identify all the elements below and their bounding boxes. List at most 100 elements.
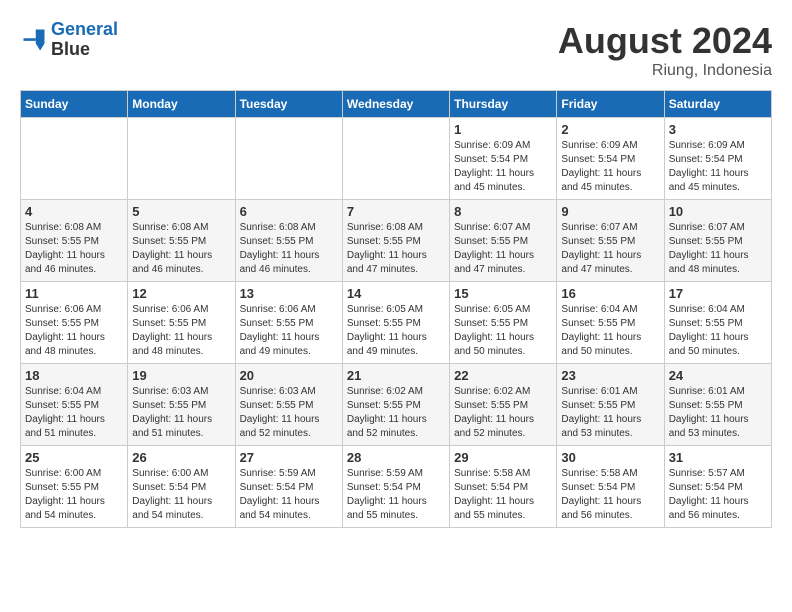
calendar-cell: 15 Sunrise: 6:05 AM Sunset: 5:55 PM Dayli… xyxy=(450,282,557,364)
day-number: 18 xyxy=(25,368,123,383)
day-info: Sunrise: 6:04 AM Sunset: 5:55 PM Dayligh… xyxy=(561,303,659,359)
day-number: 28 xyxy=(347,450,445,465)
day-info: Sunrise: 6:01 AM Sunset: 5:55 PM Dayligh… xyxy=(669,385,767,441)
calendar-cell: 12 Sunrise: 6:06 AM Sunset: 5:55 PM Dayli… xyxy=(128,282,235,364)
calendar-week-3: 11Sunrise: 6:06 AM Sunset: 5:55 PM Dayli… xyxy=(21,282,772,364)
day-number: 26 xyxy=(132,450,230,465)
weekday-header-thursday: Thursday xyxy=(450,91,557,118)
day-info: Sunrise: 6:01 AM Sunset: 5:55 PM Dayligh… xyxy=(561,385,659,441)
calendar-cell: 1 Sunrise: 6:09 AM Sunset: 5:54 PM Daylig… xyxy=(450,118,557,200)
day-number: 4 xyxy=(25,204,123,219)
calendar-week-4: 18 Sunrise: 6:04 AM Sunset: 5:55 PM Dayli… xyxy=(21,364,772,446)
day-number: 7 xyxy=(347,204,445,219)
day-number: 22 xyxy=(454,368,552,383)
day-number: 13 xyxy=(240,286,338,301)
day-info: Sunrise: 6:05 AM Sunset: 5:55 PM Dayligh… xyxy=(454,303,552,359)
day-info: Sunrise: 5:57 AM Sunset: 5:54 PM Dayligh… xyxy=(669,467,767,523)
calendar-cell: 8 Sunrise: 6:07 AM Sunset: 5:55 PM Daylig… xyxy=(450,200,557,282)
calendar-cell: 29 Sunrise: 5:58 AM Sunset: 5:54 PM Dayli… xyxy=(450,446,557,528)
title-area: August 2024 Riung, Indonesia xyxy=(558,20,772,80)
logo-icon xyxy=(20,26,48,54)
calendar-cell: 25Sunrise: 6:00 AM Sunset: 5:55 PM Dayli… xyxy=(21,446,128,528)
calendar-cell: 7 Sunrise: 6:08 AM Sunset: 5:55 PM Daylig… xyxy=(342,200,449,282)
calendar-cell: 31 Sunrise: 5:57 AM Sunset: 5:54 PM Dayli… xyxy=(664,446,771,528)
calendar-week-2: 4 Sunrise: 6:08 AM Sunset: 5:55 PM Daylig… xyxy=(21,200,772,282)
logo-line2: Blue xyxy=(51,40,118,60)
day-info: Sunrise: 6:02 AM Sunset: 5:55 PM Dayligh… xyxy=(347,385,445,441)
calendar-cell xyxy=(342,118,449,200)
day-info: Sunrise: 6:07 AM Sunset: 5:55 PM Dayligh… xyxy=(561,221,659,277)
day-number: 24 xyxy=(669,368,767,383)
calendar-cell: 27 Sunrise: 5:59 AM Sunset: 5:54 PM Dayli… xyxy=(235,446,342,528)
day-number: 19 xyxy=(132,368,230,383)
weekday-header-tuesday: Tuesday xyxy=(235,91,342,118)
day-number: 31 xyxy=(669,450,767,465)
day-info: Sunrise: 6:09 AM Sunset: 5:54 PM Dayligh… xyxy=(669,139,767,195)
day-number: 8 xyxy=(454,204,552,219)
logo-line1: General xyxy=(51,19,118,39)
page-header: General Blue August 2024 Riung, Indonesi… xyxy=(20,20,772,80)
calendar-cell: 24 Sunrise: 6:01 AM Sunset: 5:55 PM Dayli… xyxy=(664,364,771,446)
calendar-cell: 4 Sunrise: 6:08 AM Sunset: 5:55 PM Daylig… xyxy=(21,200,128,282)
calendar-cell: 20 Sunrise: 6:03 AM Sunset: 5:55 PM Dayli… xyxy=(235,364,342,446)
day-number: 30 xyxy=(561,450,659,465)
day-info: Sunrise: 6:03 AM Sunset: 5:55 PM Dayligh… xyxy=(132,385,230,441)
day-info: Sunrise: 6:08 AM Sunset: 5:55 PM Dayligh… xyxy=(240,221,338,277)
day-number: 12 xyxy=(132,286,230,301)
day-number: 17 xyxy=(669,286,767,301)
day-info: Sunrise: 6:06 AM Sunset: 5:55 PM Dayligh… xyxy=(240,303,338,359)
day-number: 21 xyxy=(347,368,445,383)
day-info: Sunrise: 6:00 AM Sunset: 5:54 PM Dayligh… xyxy=(132,467,230,523)
day-number: 15 xyxy=(454,286,552,301)
day-info: Sunrise: 6:08 AM Sunset: 5:55 PM Dayligh… xyxy=(347,221,445,277)
day-number: 2 xyxy=(561,122,659,137)
day-info: Sunrise: 6:02 AM Sunset: 5:55 PM Dayligh… xyxy=(454,385,552,441)
day-info: Sunrise: 6:04 AM Sunset: 5:55 PM Dayligh… xyxy=(25,385,123,441)
calendar-cell: 28 Sunrise: 5:59 AM Sunset: 5:54 PM Dayli… xyxy=(342,446,449,528)
day-number: 16 xyxy=(561,286,659,301)
day-info: Sunrise: 6:04 AM Sunset: 5:55 PM Dayligh… xyxy=(669,303,767,359)
day-number: 10 xyxy=(669,204,767,219)
calendar-week-5: 25Sunrise: 6:00 AM Sunset: 5:55 PM Dayli… xyxy=(21,446,772,528)
day-info: Sunrise: 5:59 AM Sunset: 5:54 PM Dayligh… xyxy=(347,467,445,523)
day-number: 20 xyxy=(240,368,338,383)
calendar-cell: 5Sunrise: 6:08 AM Sunset: 5:55 PM Daylig… xyxy=(128,200,235,282)
day-info: Sunrise: 6:06 AM Sunset: 5:55 PM Dayligh… xyxy=(132,303,230,359)
day-number: 1 xyxy=(454,122,552,137)
calendar-cell: 11Sunrise: 6:06 AM Sunset: 5:55 PM Dayli… xyxy=(21,282,128,364)
day-info: Sunrise: 5:58 AM Sunset: 5:54 PM Dayligh… xyxy=(454,467,552,523)
day-info: Sunrise: 5:59 AM Sunset: 5:54 PM Dayligh… xyxy=(240,467,338,523)
calendar-cell: 30 Sunrise: 5:58 AM Sunset: 5:54 PM Dayli… xyxy=(557,446,664,528)
day-number: 23 xyxy=(561,368,659,383)
calendar-cell: 17 Sunrise: 6:04 AM Sunset: 5:55 PM Dayli… xyxy=(664,282,771,364)
day-info: Sunrise: 5:58 AM Sunset: 5:54 PM Dayligh… xyxy=(561,467,659,523)
day-number: 29 xyxy=(454,450,552,465)
calendar-cell: 26 Sunrise: 6:00 AM Sunset: 5:54 PM Dayli… xyxy=(128,446,235,528)
weekday-header-monday: Monday xyxy=(128,91,235,118)
day-info: Sunrise: 6:07 AM Sunset: 5:55 PM Dayligh… xyxy=(454,221,552,277)
day-info: Sunrise: 6:09 AM Sunset: 5:54 PM Dayligh… xyxy=(561,139,659,195)
calendar-cell: 22 Sunrise: 6:02 AM Sunset: 5:55 PM Dayli… xyxy=(450,364,557,446)
day-info: Sunrise: 6:05 AM Sunset: 5:55 PM Dayligh… xyxy=(347,303,445,359)
day-info: Sunrise: 6:03 AM Sunset: 5:55 PM Dayligh… xyxy=(240,385,338,441)
day-number: 9 xyxy=(561,204,659,219)
day-number: 27 xyxy=(240,450,338,465)
calendar-cell: 18 Sunrise: 6:04 AM Sunset: 5:55 PM Dayli… xyxy=(21,364,128,446)
calendar-week-1: 1 Sunrise: 6:09 AM Sunset: 5:54 PM Daylig… xyxy=(21,118,772,200)
day-info: Sunrise: 6:08 AM Sunset: 5:55 PM Dayligh… xyxy=(25,221,123,277)
logo-text: General Blue xyxy=(51,20,118,60)
day-number: 25 xyxy=(25,450,123,465)
logo: General Blue xyxy=(20,20,118,60)
location: Riung, Indonesia xyxy=(558,62,772,80)
weekday-header-sunday: Sunday xyxy=(21,91,128,118)
calendar-cell: 23 Sunrise: 6:01 AM Sunset: 5:55 PM Dayli… xyxy=(557,364,664,446)
day-number: 6 xyxy=(240,204,338,219)
day-info: Sunrise: 6:06 AM Sunset: 5:55 PM Dayligh… xyxy=(25,303,123,359)
calendar-table: SundayMondayTuesdayWednesdayThursdayFrid… xyxy=(20,90,772,528)
day-info: Sunrise: 6:08 AM Sunset: 5:55 PM Dayligh… xyxy=(132,221,230,277)
day-info: Sunrise: 6:09 AM Sunset: 5:54 PM Dayligh… xyxy=(454,139,552,195)
calendar-cell xyxy=(21,118,128,200)
weekday-header-wednesday: Wednesday xyxy=(342,91,449,118)
calendar-cell: 6 Sunrise: 6:08 AM Sunset: 5:55 PM Daylig… xyxy=(235,200,342,282)
calendar-cell xyxy=(128,118,235,200)
